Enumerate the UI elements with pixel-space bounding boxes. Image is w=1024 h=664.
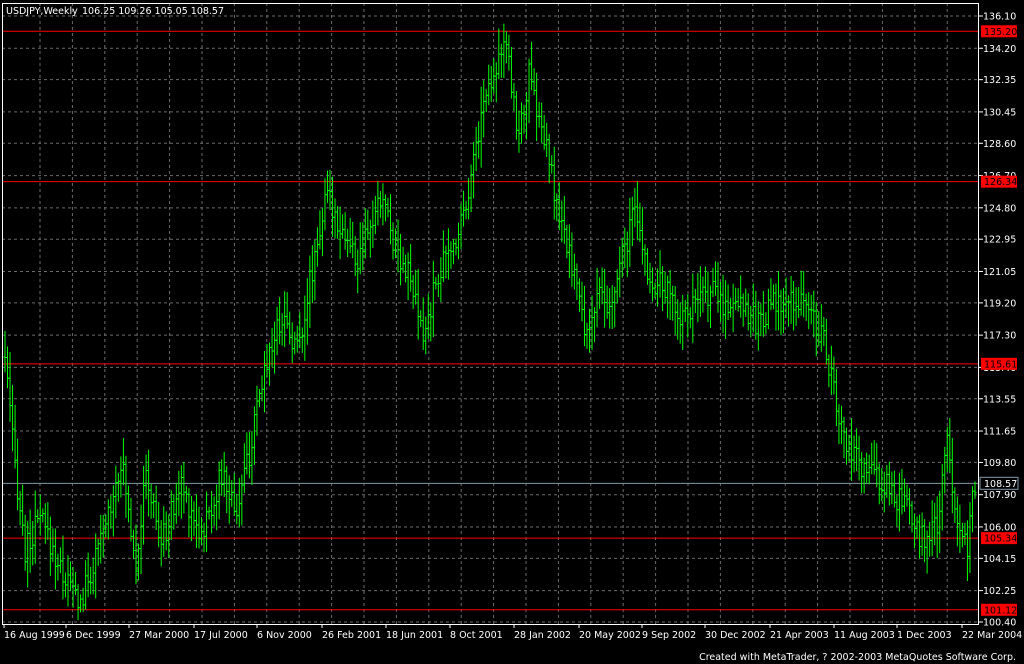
- level-label: 115.61: [984, 359, 1017, 370]
- y-tick-label: 102.25: [983, 586, 1016, 597]
- price-chart[interactable]: 136.10134.20132.35130.45128.60126.70124.…: [0, 0, 1024, 664]
- x-tick-label: 26 Feb 2001: [322, 630, 381, 641]
- level-label: 126.34: [984, 177, 1017, 188]
- y-tick-label: 113.55: [983, 394, 1016, 405]
- level-label: 105.34: [984, 534, 1017, 545]
- y-tick-label: 111.65: [983, 427, 1016, 438]
- y-tick-label: 122.95: [983, 235, 1016, 246]
- last-price-label-box: 108.57: [979, 476, 1019, 490]
- y-tick-label: 124.80: [983, 203, 1016, 214]
- x-tick-label: 1 Dec 2003: [897, 630, 952, 641]
- y-tick-label: 130.45: [983, 107, 1016, 118]
- level-label: 135.20: [984, 27, 1017, 38]
- level-label: 101.12: [984, 605, 1017, 616]
- y-tick-label: 109.80: [983, 458, 1016, 469]
- x-tick-label: 16 Aug 1999: [4, 630, 65, 641]
- x-tick-label: 11 Aug 2003: [834, 630, 895, 641]
- x-tick-label: 21 Apr 2003: [770, 630, 829, 641]
- x-tick-label: 22 Mar 2004: [962, 630, 1022, 641]
- x-tick-label: 8 Oct 2001: [450, 630, 503, 641]
- y-tick-label: 128.60: [983, 139, 1016, 150]
- x-tick-label: 20 May 2002: [579, 630, 641, 641]
- last-price-label: 108.57: [984, 479, 1017, 490]
- y-tick-label: 107.90: [983, 490, 1016, 501]
- y-tick-label: 136.10: [983, 12, 1016, 23]
- x-tick-label: 30 Dec 2002: [705, 630, 766, 641]
- x-tick-label: 6 Dec 1999: [66, 630, 121, 641]
- y-tick-label: 106.00: [983, 522, 1016, 533]
- y-tick-label: 100.40: [983, 618, 1016, 629]
- x-tick-label: 6 Nov 2000: [257, 630, 312, 641]
- x-tick-label: 9 Sep 2002: [642, 630, 696, 641]
- y-tick-label: 132.35: [983, 75, 1016, 86]
- y-tick-label: 104.15: [983, 554, 1016, 565]
- ohlc-readout: 106.25 109.26 105.05 108.57: [82, 6, 224, 17]
- x-tick-label: 27 Mar 2000: [129, 630, 189, 641]
- y-tick-label: 134.20: [983, 44, 1016, 55]
- x-tick-label: 18 Jun 2001: [386, 630, 443, 641]
- x-tick-label: 28 Jan 2002: [514, 630, 571, 641]
- y-tick-label: 117.30: [983, 331, 1016, 342]
- footer-credit: Created with MetaTrader, ? 2002-2003 Met…: [699, 652, 1016, 663]
- chart-title: USDJPY,Weekly: [6, 6, 78, 17]
- y-tick-label: 121.05: [983, 267, 1016, 278]
- x-tick-label: 17 Jul 2000: [194, 630, 248, 641]
- y-tick-label: 119.20: [983, 298, 1016, 309]
- chart-background: [0, 0, 1024, 664]
